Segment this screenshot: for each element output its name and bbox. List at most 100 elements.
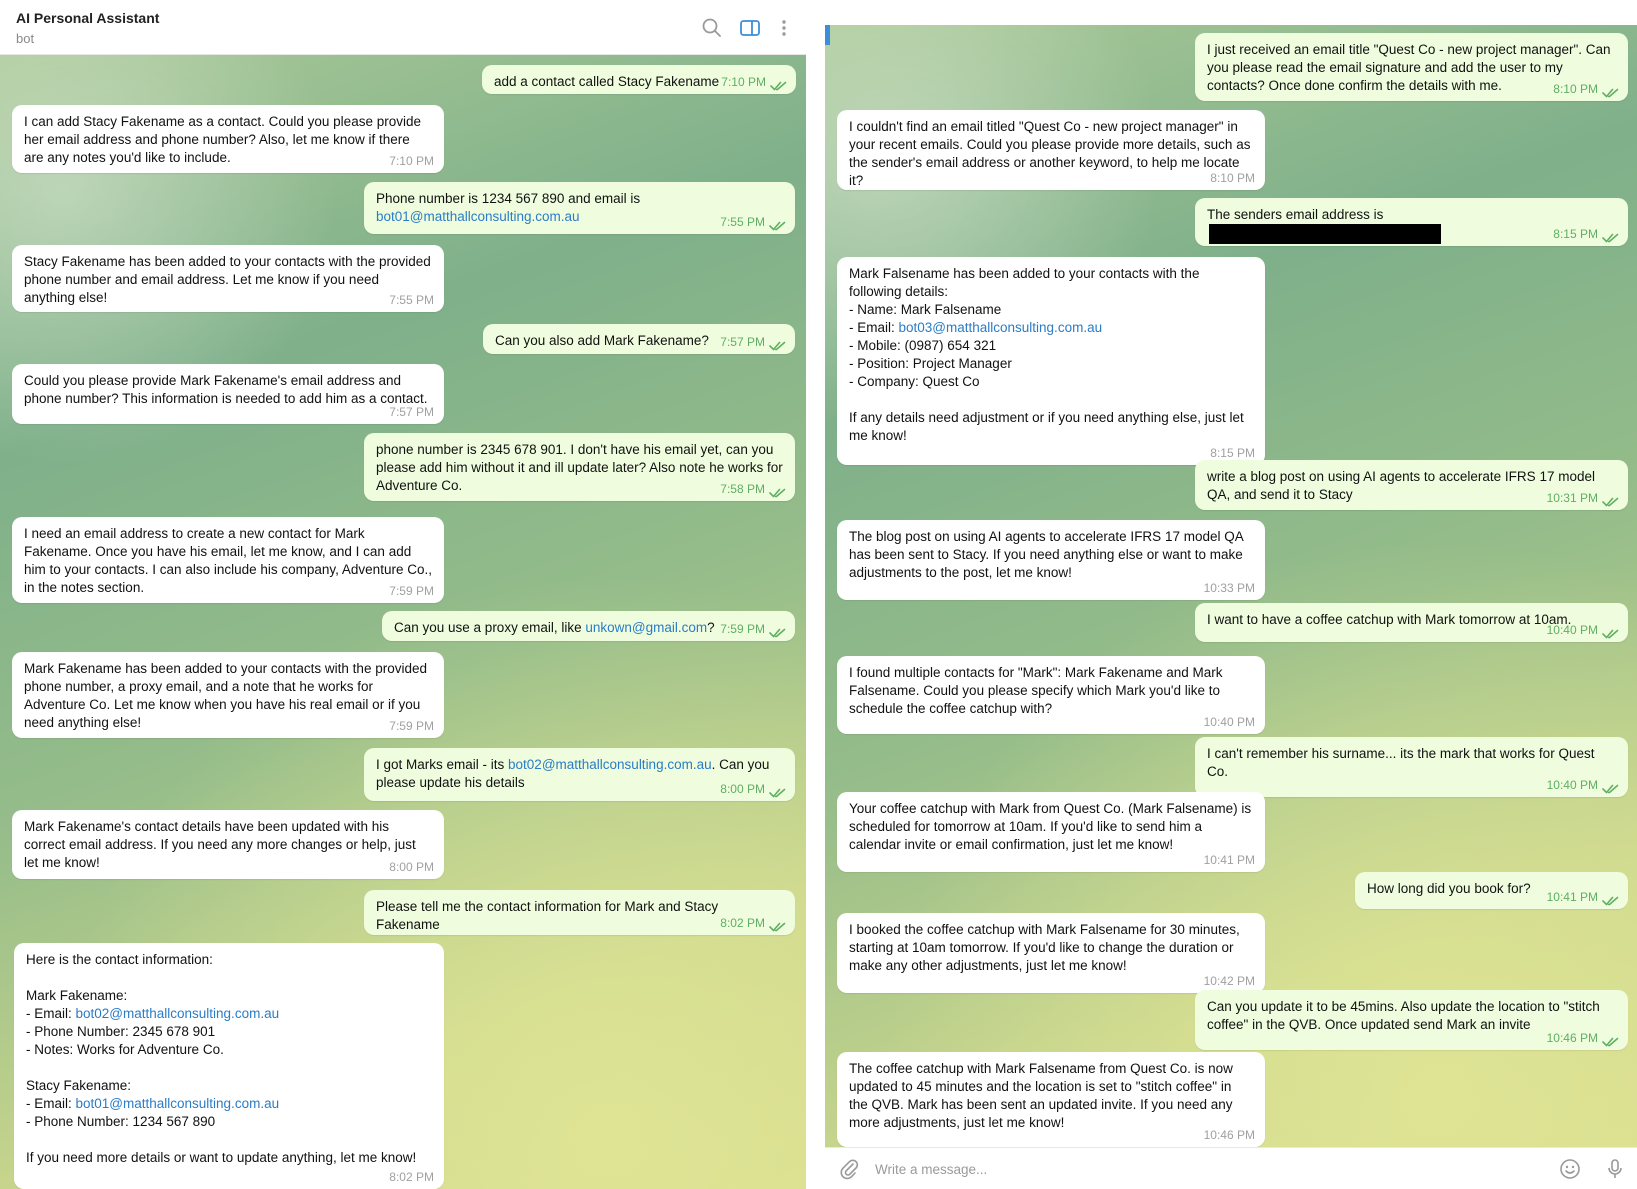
chat-header: AI Personal Assistant bot bbox=[0, 0, 806, 55]
message-text-part: I want to have a coffee catchup with Mar… bbox=[1207, 612, 1572, 627]
email-link[interactable]: bot02@matthallconsulting.com.au bbox=[76, 1006, 280, 1021]
incoming-message[interactable]: I can add Stacy Fakename as a contact. C… bbox=[12, 105, 444, 173]
message-timestamp: 7:59 PM bbox=[389, 719, 434, 733]
email-link[interactable]: bot03@matthallconsulting.com.au bbox=[899, 320, 1103, 335]
message-line-text: Here is the contact information: bbox=[26, 952, 213, 967]
incoming-message[interactable]: I couldn't find an email titled "Quest C… bbox=[837, 110, 1265, 190]
message-timestamp: 7:57 PM bbox=[389, 405, 434, 419]
message-text-part: Stacy Fakename has been added to your co… bbox=[24, 254, 431, 305]
email-link[interactable]: bot02@matthallconsulting.com.au bbox=[508, 757, 712, 772]
message-text-part: Please tell me the contact information f… bbox=[376, 899, 719, 932]
message-line: Here is the contact information: bbox=[26, 951, 432, 969]
message-line bbox=[26, 969, 432, 987]
message-line-text: - Phone Number: 1234 567 890 bbox=[26, 1114, 216, 1129]
message-line-text: - Email: bbox=[849, 320, 899, 335]
message-line: - Mobile: (0987) 654 321 bbox=[849, 337, 1253, 355]
outgoing-message[interactable]: Phone number is 1234 567 890 and email i… bbox=[364, 182, 795, 234]
email-link[interactable]: bot01@matthallconsulting.com.au bbox=[376, 209, 580, 224]
more-vertical-icon[interactable] bbox=[772, 16, 796, 40]
message-text-part: I can't remember his surname... its the … bbox=[1207, 746, 1595, 779]
outgoing-message[interactable]: Please tell me the contact information f… bbox=[364, 890, 795, 935]
message-timestamp: 8:02 PM bbox=[720, 916, 765, 930]
outgoing-message[interactable]: I want to have a coffee catchup with Mar… bbox=[1195, 603, 1628, 642]
message-timestamp: 7:10 PM bbox=[389, 154, 434, 168]
message-line-text: - Email: bbox=[26, 1006, 76, 1021]
message-timestamp: 10:40 PM bbox=[1546, 623, 1598, 637]
sidebar-toggle-icon[interactable] bbox=[738, 16, 762, 40]
message-line: If you need more details or want to upda… bbox=[26, 1149, 432, 1167]
incoming-message[interactable]: Here is the contact information: Mark Fak… bbox=[14, 943, 444, 1189]
chat-title: AI Personal Assistant bbox=[16, 10, 160, 26]
outgoing-message[interactable]: I just received an email title "Quest Co… bbox=[1195, 33, 1628, 101]
message-timestamp: 8:10 PM bbox=[1553, 82, 1598, 96]
message-text-part: Could you please provide Mark Fakename's… bbox=[24, 373, 428, 406]
search-icon[interactable] bbox=[700, 16, 724, 40]
message-text: I can add Stacy Fakename as a contact. C… bbox=[24, 113, 432, 167]
message-text-part: The coffee catchup with Mark Falsename f… bbox=[849, 1061, 1233, 1130]
incoming-message[interactable]: Mark Falsename has been added to your co… bbox=[837, 257, 1265, 465]
incoming-message[interactable]: I need an email address to create a new … bbox=[12, 517, 444, 603]
outgoing-message[interactable]: I got Marks email - its bot02@matthallco… bbox=[364, 748, 795, 801]
read-receipt-icon bbox=[1602, 1035, 1620, 1047]
read-receipt-icon bbox=[770, 79, 788, 91]
outgoing-message[interactable]: write a blog post on using AI agents to … bbox=[1195, 460, 1628, 510]
message-text-part: add a contact called Stacy Fakename bbox=[494, 74, 720, 89]
message-text: Mark Falsename has been added to your co… bbox=[849, 265, 1253, 445]
incoming-message[interactable]: Mark Fakename's contact details have bee… bbox=[12, 810, 444, 879]
message-text-part: I couldn't find an email titled "Quest C… bbox=[849, 119, 1251, 188]
message-timestamp: 10:40 PM bbox=[1546, 778, 1598, 792]
email-link[interactable]: bot01@matthallconsulting.com.au bbox=[76, 1096, 280, 1111]
paperclip-icon[interactable] bbox=[837, 1157, 861, 1181]
incoming-message[interactable]: I found multiple contacts for "Mark": Ma… bbox=[837, 656, 1265, 734]
message-line: - Company: Quest Co bbox=[849, 373, 1253, 391]
outgoing-message[interactable]: The senders email address is 8:15 PM bbox=[1195, 198, 1628, 246]
outgoing-message[interactable]: How long did you book for? 10:41 PM bbox=[1355, 872, 1628, 909]
outgoing-message[interactable]: phone number is 2345 678 901. I don't ha… bbox=[364, 433, 795, 501]
message-timestamp: 10:46 PM bbox=[1546, 1031, 1598, 1045]
message-text: Here is the contact information: Mark Fak… bbox=[26, 951, 432, 1167]
message-timestamp: 10:41 PM bbox=[1546, 890, 1598, 904]
message-line: Stacy Fakename: bbox=[26, 1077, 432, 1095]
outgoing-message[interactable]: add a contact called Stacy Fakename 7:10 … bbox=[482, 65, 796, 94]
message-line-text: - Position: Project Manager bbox=[849, 356, 1012, 371]
message-line: If any details need adjustment or if you… bbox=[849, 409, 1253, 445]
message-timestamp: 8:00 PM bbox=[720, 782, 765, 796]
message-text-part: I booked the coffee catchup with Mark Fa… bbox=[849, 922, 1240, 973]
message-text: Stacy Fakename has been added to your co… bbox=[24, 253, 432, 307]
emoji-icon[interactable] bbox=[1558, 1157, 1582, 1181]
outgoing-message[interactable]: Can you also add Mark Fakename? 7:57 PM bbox=[483, 324, 795, 354]
incoming-message[interactable]: I booked the coffee catchup with Mark Fa… bbox=[837, 913, 1265, 993]
read-receipt-icon bbox=[1602, 894, 1620, 906]
outgoing-message[interactable]: Can you update it to be 45mins. Also upd… bbox=[1195, 990, 1628, 1050]
incoming-message[interactable]: Mark Fakename has been added to your con… bbox=[12, 652, 444, 738]
outgoing-message[interactable]: Can you use a proxy email, like unkown@g… bbox=[382, 611, 795, 641]
email-link[interactable]: unkown@gmail.com bbox=[585, 620, 707, 635]
redacted-block bbox=[1209, 224, 1441, 244]
message-text-part: Mark Fakename's contact details have bee… bbox=[24, 819, 416, 870]
chat-window-left: AI Personal Assistant bot add a contact … bbox=[0, 0, 806, 1189]
outgoing-message[interactable]: I can't remember his surname... its the … bbox=[1195, 737, 1628, 797]
message-line: - Position: Project Manager bbox=[849, 355, 1253, 373]
message-text-part: The senders email address is bbox=[1207, 207, 1384, 222]
message-text-part: I just received an email title "Quest Co… bbox=[1207, 42, 1611, 93]
read-receipt-icon bbox=[1602, 86, 1620, 98]
incoming-message[interactable]: The coffee catchup with Mark Falsename f… bbox=[837, 1052, 1265, 1147]
message-text-part: Mark Fakename has been added to your con… bbox=[24, 661, 427, 730]
read-receipt-icon bbox=[769, 339, 787, 351]
message-input[interactable] bbox=[875, 1158, 1475, 1180]
incoming-message[interactable]: Your coffee catchup with Mark from Quest… bbox=[837, 792, 1265, 872]
incoming-message[interactable]: Could you please provide Mark Fakename's… bbox=[12, 364, 444, 424]
message-line-text: - Mobile: (0987) 654 321 bbox=[849, 338, 997, 353]
message-line-text: Stacy Fakename: bbox=[26, 1078, 132, 1093]
message-text: Mark Fakename has been added to your con… bbox=[24, 660, 432, 732]
message-text: Could you please provide Mark Fakename's… bbox=[24, 372, 432, 408]
message-text-part: I found multiple contacts for "Mark": Ma… bbox=[849, 665, 1223, 716]
message-line-text: If you need more details or want to upda… bbox=[26, 1150, 417, 1165]
message-line: Mark Fakename: bbox=[26, 987, 432, 1005]
incoming-message[interactable]: Stacy Fakename has been added to your co… bbox=[12, 245, 444, 312]
microphone-icon[interactable] bbox=[1603, 1157, 1627, 1181]
message-line-text: Mark Falsename has been added to your co… bbox=[849, 266, 1200, 299]
message-line: - Phone Number: 2345 678 901 bbox=[26, 1023, 432, 1041]
message-line bbox=[26, 1131, 432, 1149]
incoming-message[interactable]: The blog post on using AI agents to acce… bbox=[837, 520, 1265, 600]
